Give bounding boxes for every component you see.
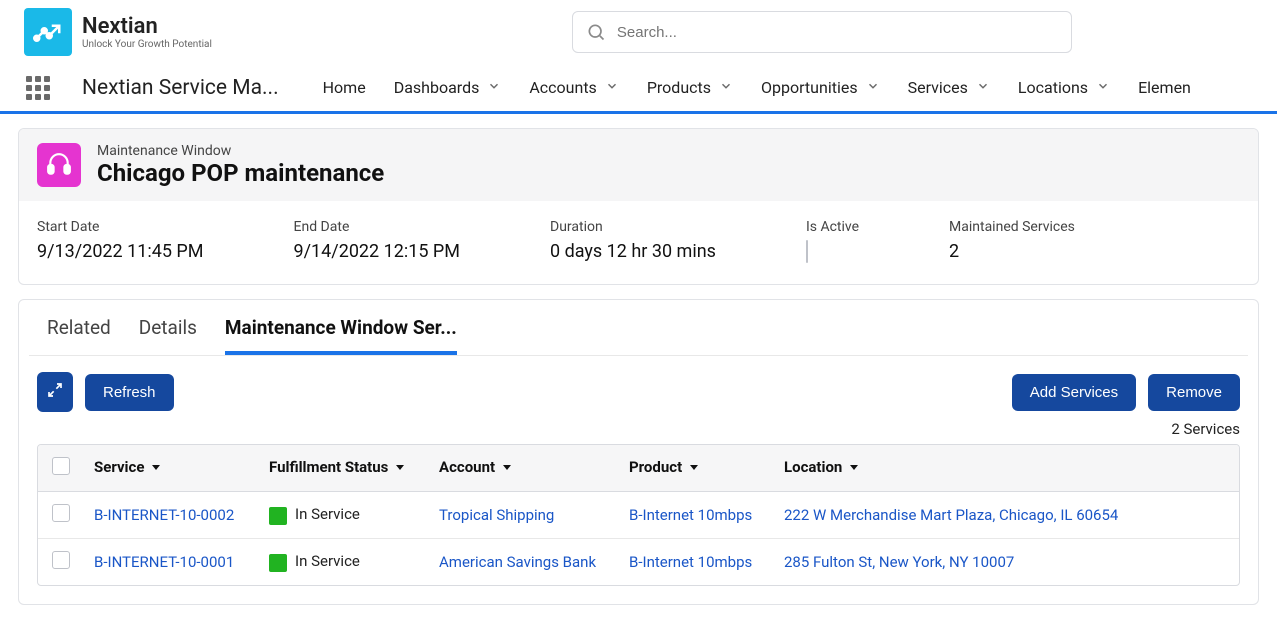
- col-header-fulfillment-status[interactable]: Fulfillment Status: [259, 445, 429, 492]
- product-link[interactable]: B-Internet 10mbps: [629, 506, 752, 524]
- field-label-start: Start Date: [37, 219, 204, 235]
- nav-item-dashboards[interactable]: Dashboards: [394, 78, 502, 97]
- tab-related[interactable]: Related: [47, 316, 111, 355]
- field-label-duration: Duration: [550, 219, 716, 235]
- search-icon: [586, 22, 606, 46]
- nav-item-label: Opportunities: [761, 78, 858, 97]
- status-text: In Service: [295, 505, 360, 523]
- remove-button[interactable]: Remove: [1148, 374, 1240, 411]
- object-label: Maintenance Window: [97, 143, 384, 159]
- field-label-active: Is Active: [806, 219, 859, 235]
- field-label-end: End Date: [294, 219, 461, 235]
- status-text: In Service: [295, 552, 360, 570]
- row-checkbox[interactable]: [52, 551, 70, 569]
- location-link[interactable]: 222 W Merchandise Mart Plaza, Chicago, I…: [784, 506, 1118, 524]
- tab-maintenance-window-ser-[interactable]: Maintenance Window Ser...: [225, 316, 457, 355]
- tab-details[interactable]: Details: [139, 316, 197, 355]
- brand-name: Nextian: [82, 14, 212, 39]
- nav-item-label: Elemen: [1138, 78, 1191, 97]
- location-link[interactable]: 285 Fulton St, New York, NY 10007: [784, 553, 1014, 571]
- nav-item-label: Services: [908, 78, 968, 97]
- nav-item-accounts[interactable]: Accounts: [529, 78, 618, 97]
- chevron-down-icon[interactable]: [487, 78, 501, 97]
- nav-item-elemen[interactable]: Elemen: [1138, 78, 1191, 97]
- col-header-product[interactable]: Product: [619, 445, 774, 492]
- field-label-maintained: Maintained Services: [949, 219, 1075, 235]
- app-title: Nextian Service Ma...: [82, 76, 279, 100]
- col-header-location[interactable]: Location: [774, 445, 1239, 492]
- chevron-down-icon[interactable]: [866, 78, 880, 97]
- service-link[interactable]: B-INTERNET-10-0001: [94, 553, 234, 571]
- nav-item-label: Dashboards: [394, 78, 480, 97]
- search-input[interactable]: [572, 11, 1072, 53]
- nav-item-locations[interactable]: Locations: [1018, 78, 1110, 97]
- nav-item-label: Products: [647, 78, 711, 97]
- refresh-button[interactable]: Refresh: [85, 374, 174, 411]
- select-all-checkbox[interactable]: [52, 457, 70, 475]
- chevron-down-icon[interactable]: [976, 78, 990, 97]
- nav-item-opportunities[interactable]: Opportunities: [761, 78, 880, 97]
- brand-logo-block[interactable]: Nextian Unlock Your Growth Potential: [24, 8, 212, 56]
- col-header-service[interactable]: Service: [84, 445, 259, 492]
- row-checkbox[interactable]: [52, 504, 70, 522]
- table-row: B-INTERNET-10-0002 In Service Tropical Shi…: [38, 492, 1239, 539]
- nav-item-label: Home: [323, 78, 366, 97]
- record-type-icon: [37, 143, 81, 187]
- filter-icon[interactable]: [501, 460, 513, 478]
- nav-item-services[interactable]: Services: [908, 78, 990, 97]
- col-header-account[interactable]: Account: [429, 445, 619, 492]
- product-link[interactable]: B-Internet 10mbps: [629, 553, 752, 571]
- nav-item-label: Accounts: [529, 78, 596, 97]
- account-link[interactable]: American Savings Bank: [439, 553, 596, 571]
- add-services-button[interactable]: Add Services: [1012, 374, 1136, 411]
- page-title: Chicago POP maintenance: [97, 159, 384, 187]
- account-link[interactable]: Tropical Shipping: [439, 506, 554, 524]
- expand-button[interactable]: [37, 372, 73, 412]
- nav-item-products[interactable]: Products: [647, 78, 733, 97]
- nav-item-home[interactable]: Home: [323, 78, 366, 97]
- is-active-checkbox[interactable]: [806, 240, 808, 263]
- field-value-maintained: 2: [949, 241, 1075, 262]
- filter-icon[interactable]: [150, 460, 162, 478]
- filter-icon[interactable]: [848, 460, 860, 478]
- app-launcher-icon[interactable]: [24, 74, 52, 102]
- nav-item-label: Locations: [1018, 78, 1088, 97]
- service-link[interactable]: B-INTERNET-10-0002: [94, 506, 234, 524]
- filter-icon[interactable]: [394, 460, 406, 478]
- brand-tagline: Unlock Your Growth Potential: [82, 39, 212, 50]
- brand-logo-icon: [24, 8, 72, 56]
- status-indicator: [269, 507, 287, 525]
- field-value-duration: 0 days 12 hr 30 mins: [550, 241, 716, 262]
- filter-icon[interactable]: [688, 460, 700, 478]
- chevron-down-icon[interactable]: [719, 78, 733, 97]
- table-row: B-INTERNET-10-0001 In Service American Sav…: [38, 539, 1239, 586]
- services-count: 2 Services: [19, 420, 1258, 444]
- field-value-end: 9/14/2022 12:15 PM: [294, 241, 461, 262]
- field-value-start: 9/13/2022 11:45 PM: [37, 241, 204, 262]
- chevron-down-icon[interactable]: [1096, 78, 1110, 97]
- chevron-down-icon[interactable]: [605, 78, 619, 97]
- status-indicator: [269, 554, 287, 572]
